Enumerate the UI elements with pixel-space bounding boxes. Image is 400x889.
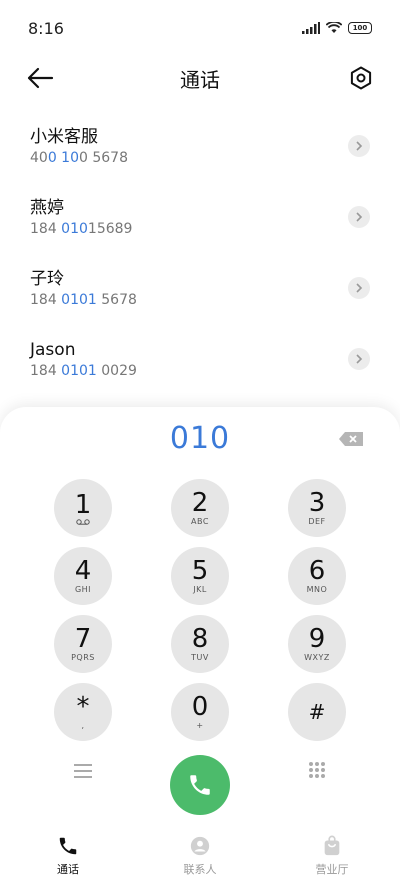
contact-number: 184 0101 5678 [30,292,137,308]
contact-item[interactable]: Jason 184 0101 0029 [0,329,400,400]
contact-item[interactable]: 子玲 184 0101 5678 [0,258,400,329]
dial-key-3[interactable]: 3 DEF [288,479,346,537]
header: 通话 [0,56,400,100]
status-icons: 100 [302,22,372,34]
settings-icon[interactable] [348,65,374,91]
call-button[interactable] [170,755,230,815]
dial-key-5[interactable]: 5 JKL [171,547,229,605]
shopping-bag-icon [324,835,340,856]
contact-item[interactable]: 小米客服 400 100 5678 [0,116,400,187]
status-time: 8:16 [28,18,64,38]
contact-item[interactable]: 燕婷 184 01015689 [0,187,400,258]
contact-name: Jason [30,340,76,360]
nav-label: 联系人 [183,863,217,876]
page-title: 通话 [180,67,220,92]
dial-key-6[interactable]: 6 MNO [288,547,346,605]
nav-calls[interactable]: 通话 [36,826,100,886]
dial-key-7[interactable]: 7 PQRS [54,615,112,673]
phone-icon [59,837,77,855]
wifi-icon [326,22,342,33]
menu-icon[interactable] [74,764,92,778]
dial-key-8[interactable]: 8 TUV [171,615,229,673]
dialer-panel: 010 1 2 ABC 3 DEF 4 GHI 5 JKL 6 MNO 7 PQ… [0,407,400,889]
bottom-nav: 通话 联系人 营业厅 [0,826,400,886]
phone-icon [190,775,210,795]
signal-icon [302,22,320,34]
dial-key-9[interactable]: 9 WXYZ [288,615,346,673]
contact-name: 子玲 [30,269,64,289]
contact-number: 400 100 5678 [30,150,128,166]
dial-key-hash[interactable]: # [288,683,346,741]
person-icon [190,836,210,856]
dial-key-star[interactable]: * , [54,683,112,741]
contact-number: 184 01015689 [30,221,133,237]
voicemail-icon [76,519,90,525]
back-arrow-icon[interactable] [26,66,54,90]
keypad-grid-icon[interactable] [308,761,326,779]
battery-level: 100 [352,24,368,32]
contact-number: 184 0101 0029 [30,363,137,379]
chevron-right-icon[interactable] [348,135,370,157]
dial-key-0[interactable]: 0 + [171,683,229,741]
contact-name: 小米客服 [30,127,98,147]
dial-key-1[interactable]: 1 [54,479,112,537]
dial-key-4[interactable]: 4 GHI [54,547,112,605]
nav-service-hall[interactable]: 营业厅 [300,826,364,886]
dial-key-2[interactable]: 2 ABC [171,479,229,537]
nav-label: 通话 [57,863,79,876]
nav-contacts[interactable]: 联系人 [168,826,232,886]
contact-list: 小米客服 400 100 5678 燕婷 184 01015689 子玲 184… [0,116,400,400]
battery-icon: 100 [348,22,372,34]
nav-label: 营业厅 [315,863,349,876]
backspace-icon[interactable] [338,431,364,447]
status-bar: 8:16 100 [0,0,400,56]
chevron-right-icon[interactable] [348,348,370,370]
contact-name: 燕婷 [30,198,64,218]
chevron-right-icon[interactable] [348,206,370,228]
chevron-right-icon[interactable] [348,277,370,299]
